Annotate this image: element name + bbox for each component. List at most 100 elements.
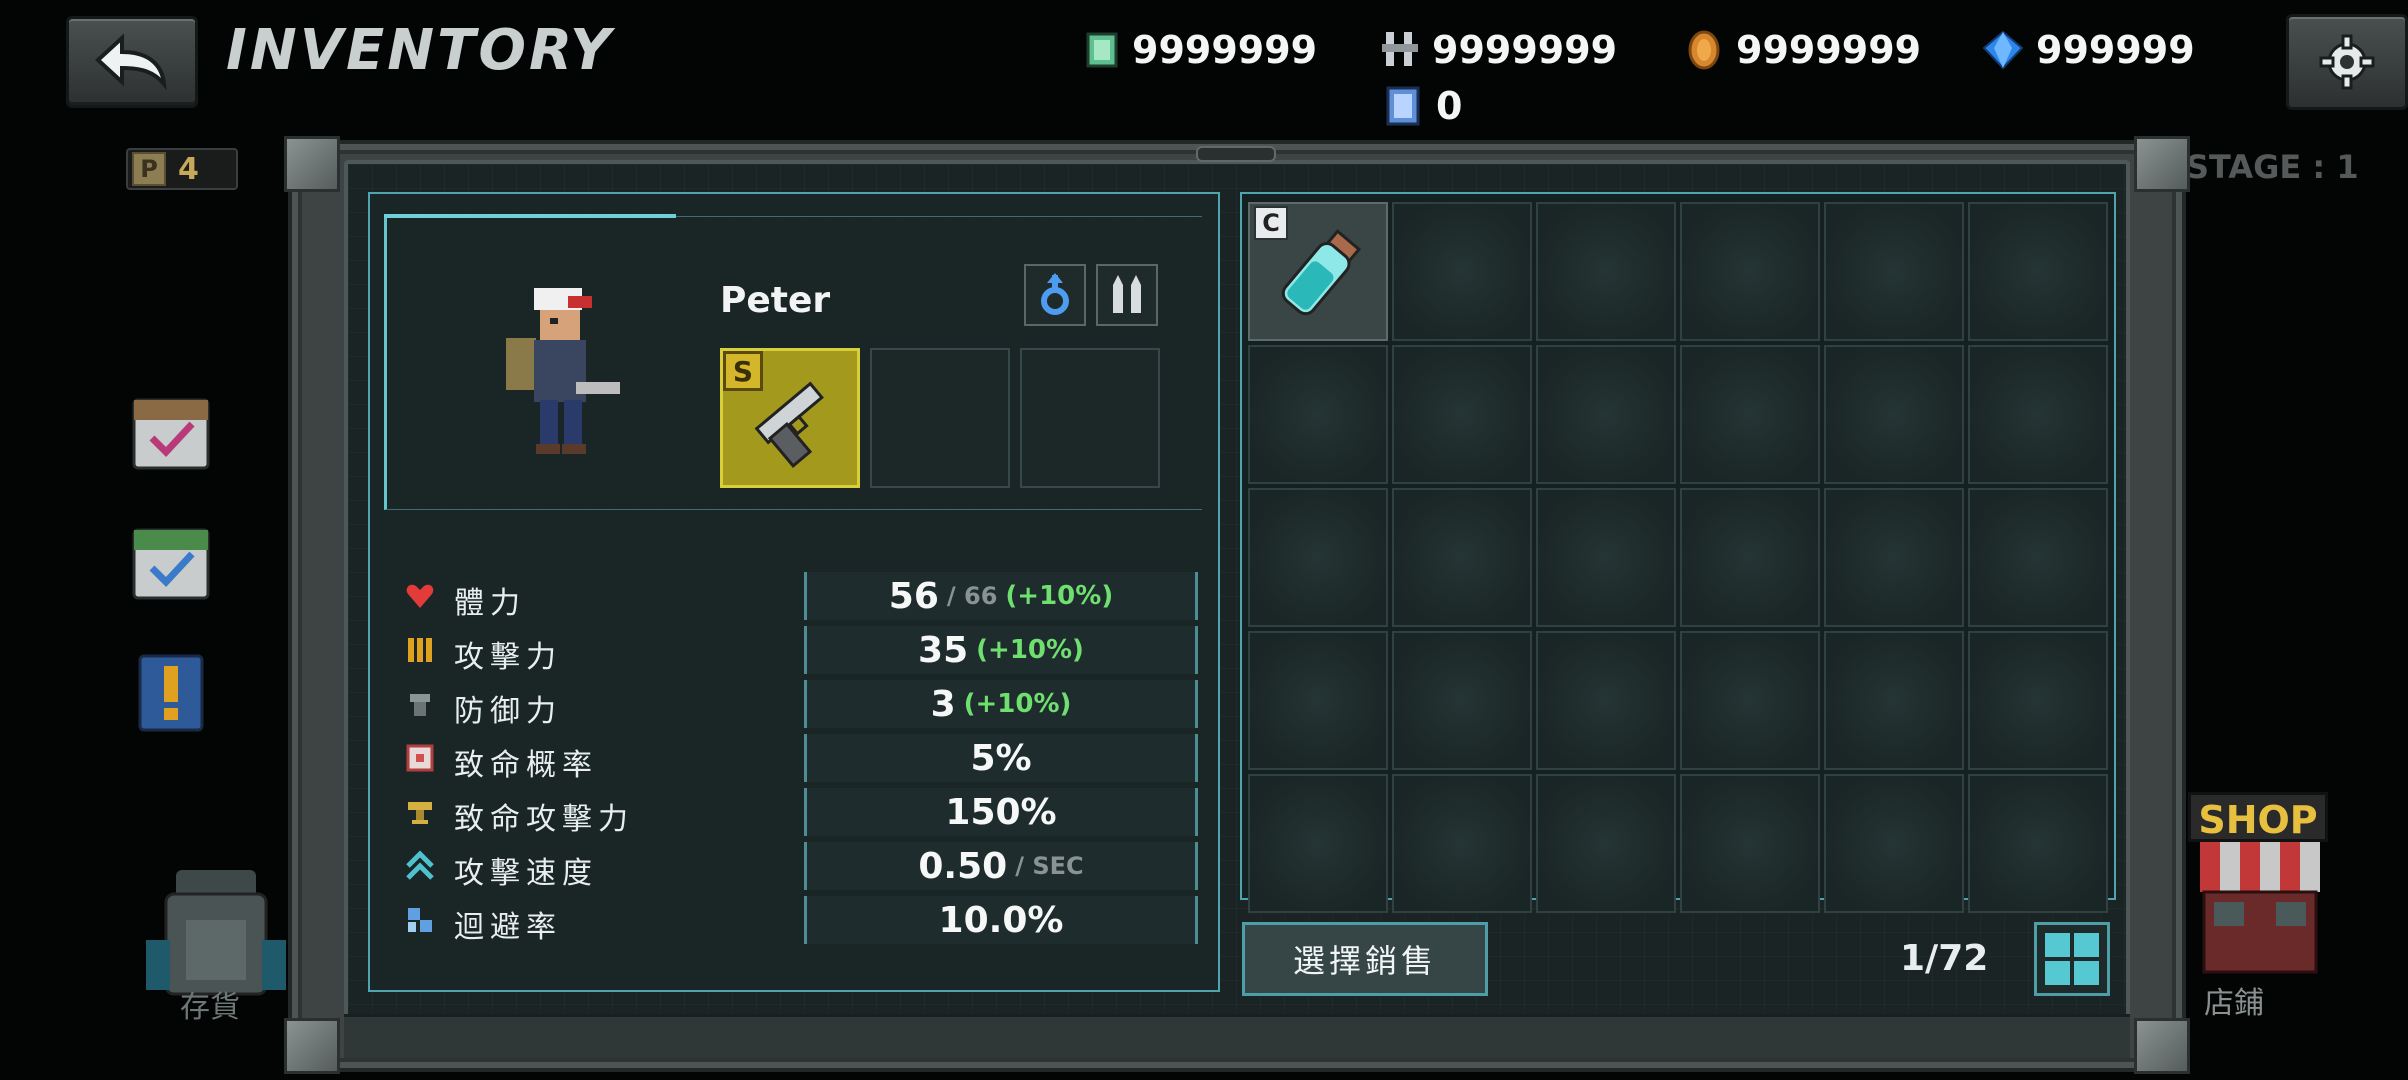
- inventory-slot[interactable]: [1248, 488, 1388, 627]
- currency-bolts: 9999999: [1380, 20, 1617, 80]
- inventory-slot[interactable]: [1536, 345, 1676, 484]
- shop-button[interactable]: SHOP: [2180, 782, 2340, 982]
- stat-value: 150%: [804, 788, 1198, 836]
- male-symbol-icon: [1041, 273, 1069, 315]
- currency-coin: 9999999: [1684, 20, 1921, 80]
- stat-row-attack-speed: 攻擊速度 0.50 / SEC: [404, 842, 1204, 891]
- back-arrow-icon: [95, 33, 167, 91]
- potion-vial-icon: [1281, 229, 1362, 316]
- stage-label: STAGE : 1: [2186, 148, 2359, 186]
- character-name: Peter: [720, 280, 831, 321]
- inventory-slot[interactable]: [1824, 631, 1964, 770]
- stat-value: 5%: [804, 734, 1198, 782]
- inventory-slot[interactable]: [1680, 202, 1820, 341]
- character-sprite: [494, 282, 630, 460]
- page-title: INVENTORY: [226, 18, 614, 83]
- currency-ticket: 0: [1384, 76, 1462, 136]
- attack-icon: [408, 638, 432, 662]
- cash-icon: [1086, 32, 1118, 68]
- stat-value: 3 (+10%): [804, 680, 1198, 728]
- inventory-slot[interactable]: [1392, 631, 1532, 770]
- inventory-slot[interactable]: [1968, 202, 2108, 341]
- points-badge: P 4: [126, 148, 238, 190]
- calendar-check-icon: [132, 398, 210, 470]
- character-sprite-icon: [506, 288, 620, 454]
- inventory-slot[interactable]: [1536, 488, 1676, 627]
- gender-button[interactable]: [1024, 264, 1086, 326]
- inventory-slot[interactable]: [1680, 774, 1820, 913]
- pistol-icon: [754, 381, 824, 468]
- inventory-slot[interactable]: [1248, 774, 1388, 913]
- inventory-grid: C: [1248, 202, 2112, 913]
- inventory-slot[interactable]: [1824, 488, 1964, 627]
- inventory-slot[interactable]: [1968, 774, 2108, 913]
- inventory-slot[interactable]: [1968, 488, 2108, 627]
- stat-row-attack: 攻擊力 35 (+10%): [404, 626, 1204, 675]
- grid-view-icon: [2045, 933, 2070, 957]
- inventory-slot[interactable]: [1248, 345, 1388, 484]
- inventory-slot[interactable]: [1392, 488, 1532, 627]
- inventory-slot[interactable]: C: [1248, 202, 1388, 341]
- quest-book-button[interactable]: [130, 652, 212, 734]
- inventory-slot[interactable]: [1968, 631, 2108, 770]
- backpack-icon: [146, 870, 286, 996]
- frame-bottom-rail: [344, 1014, 2130, 1058]
- ticket-icon: [1386, 86, 1420, 126]
- weapon-slot-1[interactable]: S: [720, 348, 860, 488]
- inventory-slot[interactable]: [1680, 631, 1820, 770]
- weekly-checklist-button[interactable]: [130, 520, 212, 602]
- frame-corner: [2134, 1018, 2190, 1074]
- stat-row-evasion: 迴避率 10.0%: [404, 896, 1204, 945]
- back-button[interactable]: [66, 16, 198, 108]
- ammo-button[interactable]: [1096, 264, 1158, 326]
- inventory-slot[interactable]: [1536, 202, 1676, 341]
- inventory-slot[interactable]: [1536, 774, 1676, 913]
- calendar-check-icon: [132, 528, 210, 600]
- frame-corner: [284, 136, 340, 192]
- daily-checklist-button[interactable]: [130, 390, 212, 472]
- inventory-slot[interactable]: [1392, 345, 1532, 484]
- inventory-slot[interactable]: [1392, 774, 1532, 913]
- shop-label: 店鋪: [2204, 986, 2264, 1021]
- frame-corner: [284, 1018, 340, 1074]
- weapon-slot-2[interactable]: [870, 348, 1010, 488]
- inventory-slot[interactable]: [1536, 631, 1676, 770]
- coin-icon: [1688, 30, 1720, 70]
- storage-button[interactable]: [146, 860, 286, 1000]
- gear-icon: [2319, 34, 2375, 90]
- inventory-slot[interactable]: [1680, 345, 1820, 484]
- ammo-icon: [1113, 275, 1141, 313]
- stat-row-crit-damage: 致命攻擊力 150%: [404, 788, 1204, 837]
- frame-top-notch: [1196, 146, 1276, 162]
- stat-value: 35 (+10%): [804, 626, 1198, 674]
- inventory-slot[interactable]: [1392, 202, 1532, 341]
- stat-value: 0.50 / SEC: [804, 842, 1198, 890]
- weapon-slot-3[interactable]: [1020, 348, 1160, 488]
- points-icon: P: [132, 152, 166, 186]
- stat-row-hp: 體力 56 / 66 (+10%): [404, 572, 1204, 621]
- inventory-slot[interactable]: [1968, 345, 2108, 484]
- defense-icon: [410, 694, 430, 716]
- select-sell-button[interactable]: 選擇銷售: [1242, 922, 1488, 996]
- inventory-slot[interactable]: [1824, 345, 1964, 484]
- points-value: 4: [178, 151, 199, 187]
- evasion-icon: [408, 908, 432, 932]
- shop-sign: SHOP: [2188, 792, 2328, 842]
- inventory-slot[interactable]: [1248, 631, 1388, 770]
- currency-cash: 9999999: [1084, 20, 1317, 80]
- stat-row-crit-rate: 致命概率 5%: [404, 734, 1204, 783]
- stat-value: 10.0%: [804, 896, 1198, 944]
- grid-view-toggle[interactable]: [2034, 922, 2110, 996]
- inventory-capacity: 1/72: [1900, 938, 1989, 979]
- gem-icon: [1982, 30, 2024, 70]
- storage-label: 存貨: [180, 990, 240, 1025]
- inventory-slot[interactable]: [1824, 774, 1964, 913]
- frame-corner: [2134, 136, 2190, 192]
- crit-rate-icon: [406, 744, 434, 772]
- currency-gem: 999999: [1982, 20, 2195, 80]
- character-card-accent: [384, 214, 676, 218]
- inventory-slot[interactable]: [1824, 202, 1964, 341]
- stat-row-defense: 防御力 3 (+10%): [404, 680, 1204, 729]
- settings-button[interactable]: [2286, 14, 2408, 110]
- inventory-slot[interactable]: [1680, 488, 1820, 627]
